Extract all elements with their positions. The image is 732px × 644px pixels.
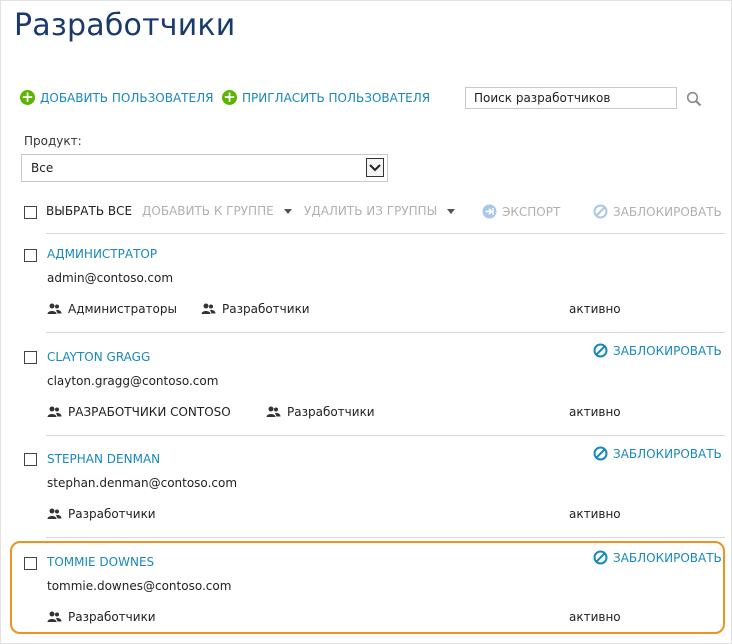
export-button[interactable]: ЭКСПОРТ bbox=[482, 204, 560, 219]
invite-user-button[interactable]: + ПРИГЛАСИТЬ ПОЛЬЗОВАТЕЛЯ bbox=[222, 90, 430, 105]
export-label: ЭКСПОРТ bbox=[502, 204, 561, 219]
user-checkbox[interactable] bbox=[24, 557, 37, 570]
block-icon bbox=[593, 343, 608, 358]
add-user-label: ДОБАВИТЬ ПОЛЬЗОВАТЕЛЯ bbox=[40, 90, 214, 105]
user-name-link[interactable]: CLAYTON GRAGG bbox=[47, 350, 150, 364]
block-icon bbox=[593, 550, 608, 565]
group-label: Разработчики bbox=[222, 302, 310, 316]
user-email: admin@contoso.com bbox=[47, 271, 174, 285]
user-email: stephan.denman@contoso.com bbox=[47, 476, 238, 490]
product-label: Продукт: bbox=[24, 134, 82, 148]
select-all-checkbox[interactable] bbox=[24, 206, 37, 219]
search-input[interactable] bbox=[465, 87, 677, 109]
chevron-down-icon[interactable] bbox=[366, 158, 384, 177]
invite-user-label: ПРИГЛАСИТЬ ПОЛЬЗОВАТЕЛЯ bbox=[242, 90, 431, 105]
chevron-down-icon bbox=[447, 208, 456, 214]
divider bbox=[46, 332, 725, 333]
group-label: РАЗРАБОТЧИКИ CONTOSO bbox=[68, 405, 231, 419]
plus-circle-icon: + bbox=[222, 88, 237, 106]
export-icon bbox=[482, 204, 497, 219]
user-name-link[interactable]: TOMMIE DOWNES bbox=[47, 555, 154, 569]
add-user-button[interactable]: + ДОБАВИТЬ ПОЛЬЗОВАТЕЛЯ bbox=[20, 90, 213, 105]
select-all-label[interactable]: ВЫБРАТЬ ВСЕ bbox=[46, 204, 132, 218]
search-icon[interactable] bbox=[686, 91, 702, 107]
group-tag: РАЗРАБОТЧИКИ CONTOSO bbox=[47, 405, 231, 419]
add-to-group-button[interactable]: ДОБАВИТЬ К ГРУППЕ bbox=[142, 204, 292, 218]
divider bbox=[46, 537, 725, 538]
block-label: ЗАБЛОКИРОВАТЬ bbox=[613, 446, 722, 461]
group-label: Разработчики bbox=[68, 507, 156, 521]
user-email: tommie.downes@contoso.com bbox=[47, 579, 232, 593]
chevron-down-icon bbox=[283, 208, 292, 214]
group-label: Разработчики bbox=[287, 405, 375, 419]
group-tag: Разработчики bbox=[47, 610, 156, 624]
block-button[interactable]: ЗАБЛОКИРОВАТЬ bbox=[593, 446, 722, 461]
people-icon bbox=[201, 303, 216, 314]
group-label: Администраторы bbox=[68, 302, 177, 316]
people-icon bbox=[47, 406, 62, 417]
status-text: активно bbox=[569, 302, 621, 316]
block-button[interactable]: ЗАБЛОКИРОВАТЬ bbox=[593, 343, 722, 358]
toolbar-block-label: ЗАБЛОКИРОВАТЬ bbox=[613, 204, 722, 219]
user-email: clayton.gragg@contoso.com bbox=[47, 374, 219, 388]
people-icon bbox=[47, 303, 62, 314]
group-tag: Разработчики bbox=[201, 302, 310, 316]
group-tag: Разработчики bbox=[47, 507, 156, 521]
toolbar-block-button[interactable]: ЗАБЛОКИРОВАТЬ bbox=[593, 204, 722, 219]
product-select-value: Все bbox=[31, 161, 54, 175]
user-checkbox[interactable] bbox=[24, 453, 37, 466]
page-title: Разработчики bbox=[14, 8, 236, 43]
plus-circle-icon: + bbox=[20, 88, 35, 106]
people-icon bbox=[47, 611, 62, 622]
status-text: активно bbox=[569, 507, 621, 521]
remove-from-group-button[interactable]: УДАЛИТЬ ИЗ ГРУППЫ bbox=[304, 204, 456, 218]
group-tag: Администраторы bbox=[47, 302, 177, 316]
block-icon bbox=[593, 446, 608, 461]
block-label: ЗАБЛОКИРОВАТЬ bbox=[613, 550, 722, 565]
status-text: активно bbox=[569, 405, 621, 419]
remove-from-group-label: УДАЛИТЬ ИЗ ГРУППЫ bbox=[304, 204, 438, 218]
user-checkbox[interactable] bbox=[24, 249, 37, 262]
group-tag: Разработчики bbox=[266, 405, 375, 419]
group-label: Разработчики bbox=[68, 610, 156, 624]
block-label: ЗАБЛОКИРОВАТЬ bbox=[613, 343, 722, 358]
block-button[interactable]: ЗАБЛОКИРОВАТЬ bbox=[593, 550, 722, 565]
status-text: активно bbox=[569, 610, 621, 624]
user-checkbox[interactable] bbox=[24, 351, 37, 364]
add-to-group-label: ДОБАВИТЬ К ГРУППЕ bbox=[142, 204, 274, 218]
user-name-link[interactable]: STEPHAN DENMAN bbox=[47, 452, 160, 466]
divider bbox=[46, 435, 725, 436]
block-icon bbox=[593, 204, 608, 219]
people-icon bbox=[47, 508, 62, 519]
user-name-link[interactable]: АДМИНИСТРАТОР bbox=[47, 247, 157, 261]
divider bbox=[46, 233, 725, 234]
people-icon bbox=[266, 406, 281, 417]
product-select[interactable]: Все bbox=[21, 154, 388, 182]
